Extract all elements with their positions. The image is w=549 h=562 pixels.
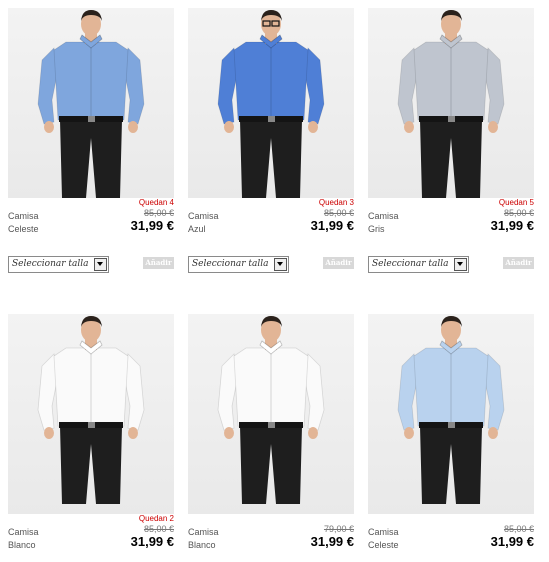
belt-buckle <box>88 422 95 428</box>
add-to-cart-button[interactable]: Añadir <box>143 257 174 269</box>
product-image[interactable] <box>368 8 534 198</box>
sale-price: 31,99 € <box>310 218 354 233</box>
original-price: 85,00 € <box>503 208 534 218</box>
trousers <box>60 120 122 198</box>
belt-buckle <box>448 422 455 428</box>
size-select-value: Seleccionar talla <box>12 259 89 269</box>
chevron-down-icon[interactable] <box>94 258 107 271</box>
belt-buckle <box>268 422 275 428</box>
right-hand <box>488 427 498 439</box>
add-to-cart-button[interactable]: Añadir <box>323 257 354 269</box>
sale-price: 31,99 € <box>490 534 534 549</box>
product-image[interactable] <box>188 314 354 514</box>
left-hand <box>224 121 234 133</box>
chevron-down-icon[interactable] <box>454 258 467 271</box>
model-figure <box>37 316 145 504</box>
sale-price: 31,99 € <box>490 218 534 233</box>
size-select-value: Seleccionar talla <box>372 259 449 269</box>
stock-badge: Quedan 3 <box>318 198 354 207</box>
product-name[interactable]: Camisa Gris <box>368 210 399 236</box>
left-hand <box>404 427 414 439</box>
stock-badge: Quedan 5 <box>498 198 534 207</box>
product-type: Camisa <box>368 211 399 221</box>
product-name[interactable]: Camisa Celeste <box>368 526 399 552</box>
product-name[interactable]: Camisa Blanco <box>188 526 219 552</box>
original-price: 85,00 € <box>323 208 354 218</box>
right-hand <box>128 427 138 439</box>
sale-price: 31,99 € <box>130 534 174 549</box>
product-name[interactable]: Camisa Azul <box>188 210 219 236</box>
product-image[interactable] <box>188 8 354 198</box>
original-price: 85,00 € <box>143 524 174 534</box>
left-hand <box>224 427 234 439</box>
left-hand <box>404 121 414 133</box>
size-select[interactable]: Seleccionar talla <box>368 256 469 273</box>
model-figure <box>37 10 145 198</box>
product-color: Gris <box>368 224 385 234</box>
trousers <box>240 426 302 504</box>
product-image[interactable] <box>8 8 174 198</box>
trousers <box>420 120 482 198</box>
model-figure <box>397 10 505 198</box>
left-hand <box>44 121 54 133</box>
stock-badge: Quedan 4 <box>138 198 174 207</box>
model-figure <box>217 316 325 504</box>
left-hand <box>44 427 54 439</box>
product-name[interactable]: Camisa Blanco <box>8 526 39 552</box>
product-color: Azul <box>188 224 206 234</box>
product-name[interactable]: Camisa Celeste <box>8 210 39 236</box>
trousers <box>60 426 122 504</box>
product-color: Blanco <box>188 540 216 550</box>
size-select[interactable]: Seleccionar talla <box>188 256 289 273</box>
product-image[interactable] <box>368 314 534 514</box>
add-to-cart-button[interactable]: Añadir <box>503 257 534 269</box>
product-type: Camisa <box>368 527 399 537</box>
model-figure <box>397 316 505 504</box>
trousers <box>240 120 302 198</box>
product-image[interactable] <box>8 314 174 514</box>
size-select[interactable]: Seleccionar talla <box>8 256 109 273</box>
product-type: Camisa <box>8 211 39 221</box>
sale-price: 31,99 € <box>310 534 354 549</box>
right-hand <box>128 121 138 133</box>
product-type: Camisa <box>8 527 39 537</box>
product-color: Celeste <box>8 224 39 234</box>
stock-badge: Quedan 2 <box>138 514 174 523</box>
product-color: Celeste <box>368 540 399 550</box>
product-type: Camisa <box>188 527 219 537</box>
product-type: Camisa <box>188 211 219 221</box>
model-figure <box>217 10 325 198</box>
right-hand <box>308 121 318 133</box>
sale-price: 31,99 € <box>130 218 174 233</box>
right-hand <box>488 121 498 133</box>
belt-buckle <box>448 116 455 122</box>
size-select-value: Seleccionar talla <box>192 259 269 269</box>
chevron-down-icon[interactable] <box>274 258 287 271</box>
original-price: 85,00 € <box>143 208 174 218</box>
original-price: 79,00 € <box>323 524 354 534</box>
trousers <box>420 426 482 504</box>
original-price: 85,00 € <box>503 524 534 534</box>
right-hand <box>308 427 318 439</box>
belt-buckle <box>88 116 95 122</box>
product-color: Blanco <box>8 540 36 550</box>
belt-buckle <box>268 116 275 122</box>
